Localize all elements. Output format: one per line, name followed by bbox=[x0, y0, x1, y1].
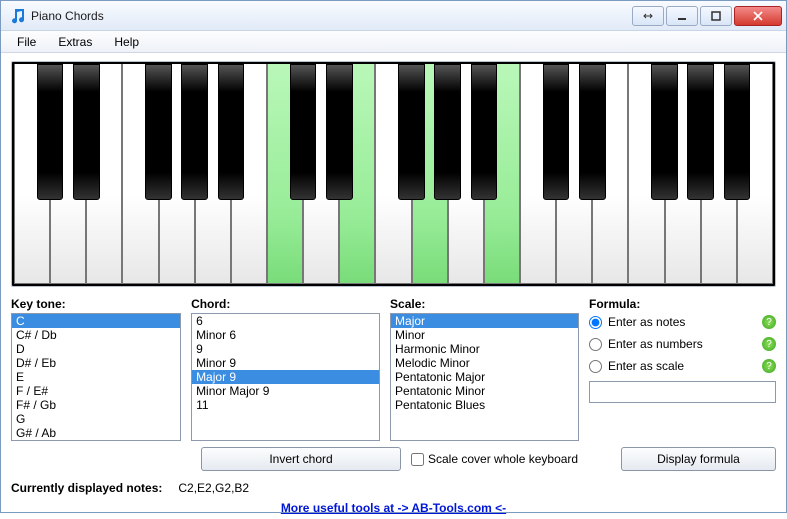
scale-cover-checkbox-wrap[interactable]: Scale cover whole keyboard bbox=[411, 452, 611, 466]
chord-item[interactable]: 11 bbox=[192, 398, 379, 412]
formula-option[interactable]: Enter as numbers? bbox=[589, 337, 776, 351]
key-tone-item[interactable]: D bbox=[12, 342, 180, 356]
chord-label: Chord: bbox=[191, 297, 380, 311]
scale-listbox[interactable]: MajorMinorHarmonic MinorMelodic MinorPen… bbox=[390, 313, 579, 441]
formula-label: Formula: bbox=[589, 297, 776, 311]
formula-radio[interactable] bbox=[589, 360, 602, 373]
black-key[interactable] bbox=[543, 64, 570, 200]
black-key[interactable] bbox=[579, 64, 606, 200]
menu-help[interactable]: Help bbox=[104, 32, 149, 52]
chord-item[interactable]: 6 bbox=[192, 314, 379, 328]
key-tone-item[interactable]: C bbox=[12, 314, 180, 328]
window-title: Piano Chords bbox=[31, 9, 632, 23]
black-key[interactable] bbox=[724, 64, 751, 200]
black-key[interactable] bbox=[326, 64, 353, 200]
display-formula-button[interactable]: Display formula bbox=[621, 447, 776, 471]
black-key[interactable] bbox=[218, 64, 245, 200]
formula-option[interactable]: Enter as notes? bbox=[589, 315, 776, 329]
titlebar: Piano Chords bbox=[1, 1, 786, 31]
formula-input[interactable] bbox=[589, 381, 776, 403]
black-key[interactable] bbox=[471, 64, 498, 200]
minimize-button[interactable] bbox=[666, 6, 698, 26]
key-tone-item[interactable]: F / E# bbox=[12, 384, 180, 398]
chord-listbox[interactable]: 6Minor 69Minor 9Major 9Minor Major 911 bbox=[191, 313, 380, 441]
close-button[interactable] bbox=[734, 6, 782, 26]
scale-item[interactable]: Minor bbox=[391, 328, 578, 342]
black-key[interactable] bbox=[290, 64, 317, 200]
window-buttons bbox=[632, 6, 782, 26]
menu-extras[interactable]: Extras bbox=[48, 32, 102, 52]
currently-displayed-label: Currently displayed notes: bbox=[11, 481, 162, 495]
key-tone-label: Key tone: bbox=[11, 297, 181, 311]
scale-item[interactable]: Major bbox=[391, 314, 578, 328]
black-key[interactable] bbox=[37, 64, 64, 200]
key-tone-item[interactable]: C# / Db bbox=[12, 328, 180, 342]
key-tone-item[interactable]: D# / Eb bbox=[12, 356, 180, 370]
chord-item[interactable]: Minor Major 9 bbox=[192, 384, 379, 398]
key-tone-item[interactable]: G bbox=[12, 412, 180, 426]
scale-cover-label: Scale cover whole keyboard bbox=[428, 452, 578, 466]
black-key[interactable] bbox=[687, 64, 714, 200]
menubar: FileExtrasHelp bbox=[1, 31, 786, 53]
black-key[interactable] bbox=[145, 64, 172, 200]
black-key[interactable] bbox=[434, 64, 461, 200]
key-tone-item[interactable]: A bbox=[12, 440, 180, 441]
menu-file[interactable]: File bbox=[7, 32, 46, 52]
piano-keyboard bbox=[11, 61, 776, 287]
currently-displayed-notes: C2,E2,G2,B2 bbox=[178, 481, 249, 495]
invert-chord-button[interactable]: Invert chord bbox=[201, 447, 401, 471]
black-key[interactable] bbox=[398, 64, 425, 200]
app-icon bbox=[9, 8, 25, 24]
key-tone-item[interactable]: G# / Ab bbox=[12, 426, 180, 440]
resize-button[interactable] bbox=[632, 6, 664, 26]
scale-item[interactable]: Harmonic Minor bbox=[391, 342, 578, 356]
formula-option[interactable]: Enter as scale? bbox=[589, 359, 776, 373]
formula-radio[interactable] bbox=[589, 338, 602, 351]
scale-item[interactable]: Pentatonic Major bbox=[391, 370, 578, 384]
formula-radio[interactable] bbox=[589, 316, 602, 329]
black-key[interactable] bbox=[651, 64, 678, 200]
help-icon[interactable]: ? bbox=[762, 337, 776, 351]
formula-option-label: Enter as scale bbox=[608, 359, 684, 373]
black-key[interactable] bbox=[181, 64, 208, 200]
maximize-button[interactable] bbox=[700, 6, 732, 26]
chord-item[interactable]: Minor 9 bbox=[192, 356, 379, 370]
formula-option-label: Enter as notes bbox=[608, 315, 685, 329]
chord-item[interactable]: Major 9 bbox=[192, 370, 379, 384]
key-tone-listbox[interactable]: CC# / DbDD# / EbEF / E#F# / GbGG# / AbA bbox=[11, 313, 181, 441]
key-tone-item[interactable]: F# / Gb bbox=[12, 398, 180, 412]
chord-item[interactable]: 9 bbox=[192, 342, 379, 356]
formula-option-label: Enter as numbers bbox=[608, 337, 703, 351]
scale-item[interactable]: Melodic Minor bbox=[391, 356, 578, 370]
key-tone-item[interactable]: E bbox=[12, 370, 180, 384]
black-key[interactable] bbox=[73, 64, 100, 200]
scale-cover-checkbox[interactable] bbox=[411, 453, 424, 466]
help-icon[interactable]: ? bbox=[762, 359, 776, 373]
scale-item[interactable]: Pentatonic Minor bbox=[391, 384, 578, 398]
scale-item[interactable]: Pentatonic Blues bbox=[391, 398, 578, 412]
scale-label: Scale: bbox=[390, 297, 579, 311]
help-icon[interactable]: ? bbox=[762, 315, 776, 329]
chord-item[interactable]: Minor 6 bbox=[192, 328, 379, 342]
